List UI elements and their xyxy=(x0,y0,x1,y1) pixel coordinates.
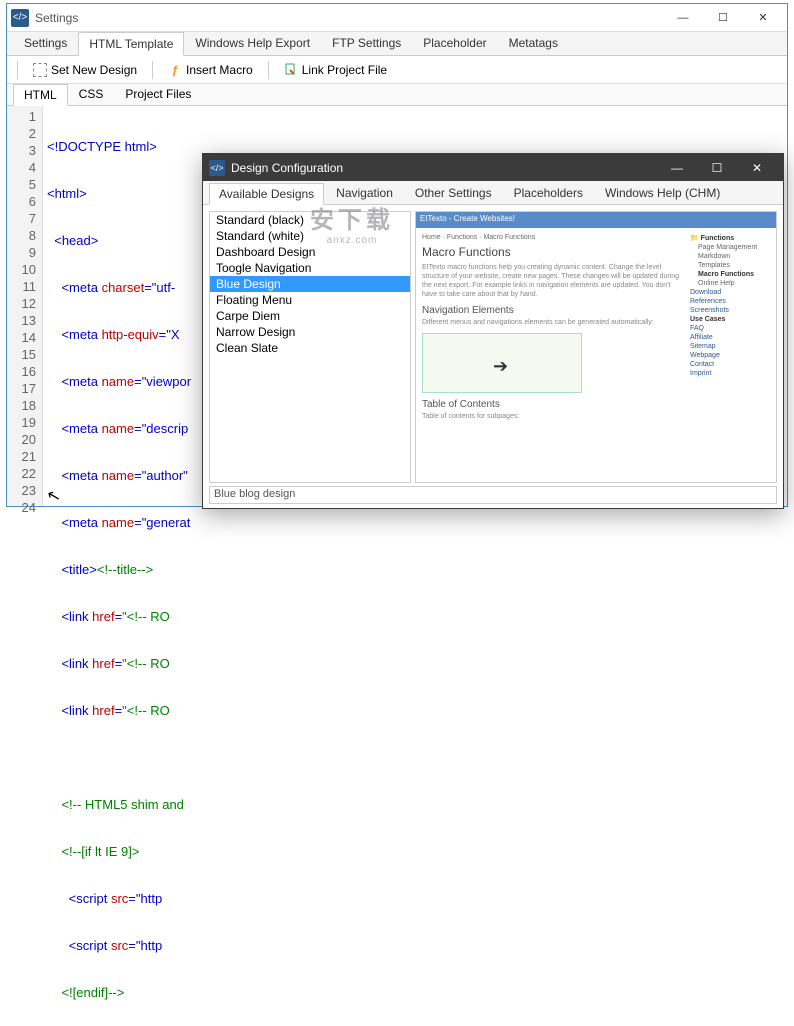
design-item-clean-slate[interactable]: Clean Slate xyxy=(210,340,410,356)
dialog-titlebar: </> Design Configuration — ☐ ✕ xyxy=(203,154,783,181)
maximize-button[interactable]: ☐ xyxy=(703,6,743,30)
arrow-icon: ➔ xyxy=(493,356,508,377)
main-tabs: Settings HTML Template Windows Help Expo… xyxy=(7,32,787,56)
tab-html-template[interactable]: HTML Template xyxy=(78,32,184,56)
design-item-standard-white[interactable]: Standard (white) xyxy=(210,228,410,244)
preview-paragraph-1: EITexto macro functions help you creatin… xyxy=(422,263,682,299)
link-project-file-button[interactable]: Link Project File xyxy=(277,60,394,80)
preview-paragraph-3: Table of contents for subpages: xyxy=(422,412,682,421)
code-area[interactable]: <!DOCTYPE html> <html> <head> <meta char… xyxy=(43,106,195,506)
preview-paragraph-2: Different menus and navigations elements… xyxy=(422,318,682,327)
insert-macro-label: Insert Macro xyxy=(186,63,253,77)
window-title: Settings xyxy=(35,11,663,25)
tab-placeholder[interactable]: Placeholder xyxy=(412,31,497,55)
macro-icon: ƒ xyxy=(168,63,182,77)
tab-windows-help-export[interactable]: Windows Help Export xyxy=(184,31,321,55)
dialog-title: Design Configuration xyxy=(231,161,657,175)
minimize-button[interactable]: — xyxy=(663,6,703,30)
design-item-narrow-design[interactable]: Narrow Design xyxy=(210,324,410,340)
subtab-project-files[interactable]: Project Files xyxy=(114,83,202,105)
tab-ftp-settings[interactable]: FTP Settings xyxy=(321,31,412,55)
insert-macro-button[interactable]: ƒ Insert Macro xyxy=(161,60,260,80)
toolbar: Set New Design ƒ Insert Macro Link Proje… xyxy=(7,56,787,84)
preview-heading-2: Navigation Elements xyxy=(422,305,682,316)
design-configuration-dialog: </> Design Configuration — ☐ ✕ Available… xyxy=(202,153,784,509)
link-file-icon xyxy=(284,63,298,77)
tab-metatags[interactable]: Metatags xyxy=(498,31,569,55)
dialog-footer-label: Blue blog design xyxy=(209,486,777,504)
tab-settings[interactable]: Settings xyxy=(13,31,78,55)
dialog-maximize-button[interactable]: ☐ xyxy=(697,154,737,181)
link-project-file-label: Link Project File xyxy=(302,63,387,77)
dlg-tab-navigation[interactable]: Navigation xyxy=(326,182,403,204)
dlg-tab-other-settings[interactable]: Other Settings xyxy=(405,182,502,204)
design-preview: EITexto - Create Websites! Home · Functi… xyxy=(415,211,777,483)
preview-breadcrumb: Home · Functions · Macro Functions xyxy=(422,234,682,241)
new-design-icon xyxy=(33,63,47,77)
design-item-toggle-navigation[interactable]: Toogle Navigation xyxy=(210,260,410,276)
preview-diagram: ➔ xyxy=(422,333,582,393)
app-icon: </> xyxy=(11,9,29,27)
design-item-carpe-diem[interactable]: Carpe Diem xyxy=(210,308,410,324)
subtab-css[interactable]: CSS xyxy=(68,83,115,105)
preview-heading-1: Macro Functions xyxy=(422,245,682,259)
line-gutter: 123456789101112131415161718192021222324 xyxy=(7,106,43,506)
preview-header: EITexto - Create Websites! xyxy=(416,212,776,228)
design-item-dashboard[interactable]: Dashboard Design xyxy=(210,244,410,260)
set-new-design-button[interactable]: Set New Design xyxy=(26,60,144,80)
dialog-tabs: Available Designs Navigation Other Setti… xyxy=(203,181,783,205)
close-button[interactable]: ✕ xyxy=(743,6,783,30)
subtab-html[interactable]: HTML xyxy=(13,84,68,106)
main-titlebar: </> Settings — ☐ ✕ xyxy=(7,4,787,32)
available-designs-list[interactable]: Standard (black) Standard (white) Dashbo… xyxy=(209,211,411,483)
set-new-design-label: Set New Design xyxy=(51,63,137,77)
dlg-tab-available-designs[interactable]: Available Designs xyxy=(209,183,324,205)
dialog-minimize-button[interactable]: — xyxy=(657,154,697,181)
sub-tabs: HTML CSS Project Files xyxy=(7,84,787,106)
design-item-floating-menu[interactable]: Floating Menu xyxy=(210,292,410,308)
dialog-app-icon: </> xyxy=(209,160,225,176)
dialog-close-button[interactable]: ✕ xyxy=(737,154,777,181)
preview-heading-3: Table of Contents xyxy=(422,399,682,410)
dlg-tab-windows-help-chm[interactable]: Windows Help (CHM) xyxy=(595,182,730,204)
design-item-standard-black[interactable]: Standard (black) xyxy=(210,212,410,228)
design-item-blue-design[interactable]: Blue Design xyxy=(210,276,410,292)
preview-sidebar: 📁 Functions Page Management Markdown Tem… xyxy=(690,234,770,428)
dlg-tab-placeholders[interactable]: Placeholders xyxy=(504,182,593,204)
